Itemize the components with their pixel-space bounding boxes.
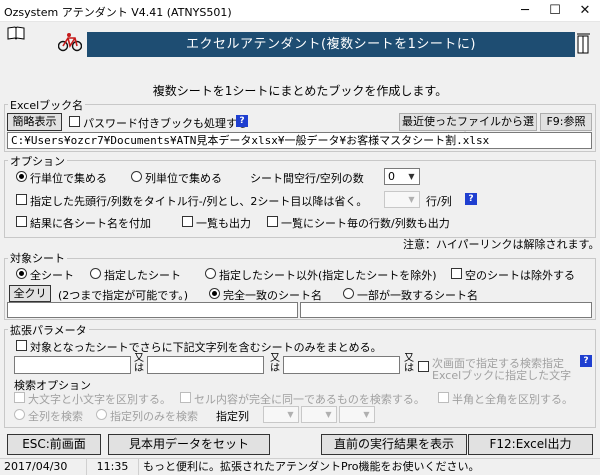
status-message: もっと便利に。拡張されたアテンダントPro機能をお使いください。 [143,460,480,473]
sheet-name-input-2[interactable] [300,302,592,318]
extended-label: 拡張パラメータ [8,322,89,338]
only-containing-checkbox[interactable] [16,340,27,351]
status-date: 2017/04/30 [0,459,87,475]
row-col-label: 行/列 [426,195,452,208]
book-icon[interactable] [6,25,26,41]
gap-label: シート間空行/空列の数 [250,172,364,185]
title-bar: Ozsystem アテンダント V4.41 (ATNYS501) ─ ☐ ✕ [0,0,600,22]
add-sheet-name-checkbox[interactable] [16,216,27,227]
options-label: オプション [8,153,67,169]
specified-col-select-1[interactable]: ▼ [263,406,299,423]
chevron-down-icon: ▼ [325,410,332,419]
specified-sheets-radio[interactable] [90,268,101,279]
exact-cell-label: セル内容が完全に同一であるものを検索する。 [194,393,425,406]
f12-excel-output-button[interactable]: F12:Excel出力 [468,434,593,455]
all-sheets-radio[interactable] [16,268,27,279]
exclude-empty-label: 空のシートは除外する [465,269,575,282]
or-label-2: 又は [270,353,280,374]
chevron-down-icon: ▼ [287,410,294,419]
search-specified-cols-label: 指定列のみを検索 [110,410,198,423]
door-icon[interactable] [576,33,592,55]
status-time: 11:35 [87,459,139,475]
banner-title: エクセルアテンダント(複数シートを1シートに) [87,32,575,57]
specified-sheets-label: 指定したシート [104,269,181,282]
by-col-label: 列単位で集める [145,172,222,185]
recent-files-button[interactable]: 最近使ったファイルから選択 [399,113,537,144]
case-sensitive-label: 大文字と小文字を区別する。 [28,393,171,406]
exact-match-radio[interactable] [209,288,220,299]
only-containing-label: 対象となったシートでさらに下記文字列を含むシートのみをまとめる。 [30,341,382,354]
full-half-checkbox[interactable] [438,392,449,403]
except-specified-label: 指定したシート以外(指定したシートを除外) [219,269,437,282]
clear-all-button[interactable]: 全クリア [9,285,51,316]
minimize-button[interactable]: ─ [510,0,540,22]
help-icon[interactable]: ? [465,193,477,205]
title-row-label: 指定した先頭行/列数をタイトル行-/列とし、2シート目以降は省く。 [30,195,368,208]
output-list-label: 一覧も出力 [196,217,251,230]
search-string-input-2[interactable] [147,356,264,374]
password-book-checkbox[interactable] [69,116,80,127]
esc-back-button[interactable]: ESC:前画面 [7,434,101,455]
max-two-note: (2つまで指定が可能です。) [58,289,188,302]
add-sheet-name-label: 結果に各シート名を付加 [30,217,151,230]
output-list-checkbox[interactable] [182,216,193,227]
chevron-down-icon: ▼ [408,172,415,181]
specified-col-select-2[interactable]: ▼ [301,406,337,423]
output-counts-label: 一覧にシート毎の行数/列数も出力 [281,217,450,230]
or-label-3: 又は [404,353,414,374]
search-all-cols-label: 全列を検索 [28,410,83,423]
target-sheet-label: 対象シート [8,250,67,266]
title-row-checkbox[interactable] [16,194,27,205]
gap-count-select[interactable]: 0 ▼ [384,168,420,185]
help-icon[interactable]: ? [580,355,592,367]
search-all-cols-radio[interactable] [14,409,25,420]
browse-button[interactable]: F9:参照 [540,113,592,131]
set-sample-data-button[interactable]: 見本用データをセット [108,434,270,455]
excel-path-input[interactable]: C:¥Users¥ozcr7¥Documents¥ATN見本データxlsx¥一般… [7,132,592,149]
maximize-button[interactable]: ☐ [540,0,570,22]
window-title: Ozsystem アテンダント V4.41 (ATNYS501) [4,6,232,19]
output-counts-checkbox[interactable] [267,216,278,227]
next-screen-checkbox[interactable] [418,361,429,372]
close-button[interactable]: ✕ [570,0,600,22]
partial-match-label: 一部が一致するシート名 [357,289,478,302]
or-label-1: 又は [134,353,144,374]
help-icon[interactable]: ? [236,115,248,127]
chevron-down-icon: ▼ [408,195,415,204]
all-sheets-label: 全シート [30,269,74,282]
exact-cell-checkbox[interactable] [180,392,191,403]
partial-match-radio[interactable] [343,288,354,299]
exclude-empty-checkbox[interactable] [451,268,462,279]
book-specified-label: Excelブックに指定した文字 [432,369,572,382]
case-sensitive-checkbox[interactable] [14,392,25,403]
sheet-name-input-1[interactable] [7,302,298,318]
status-bar: 2017/04/30 11:35 もっと便利に。拡張されたアテンダントPro機能… [0,458,600,475]
bicycle-icon [57,32,83,52]
exact-match-label: 完全一致のシート名 [223,289,322,302]
full-half-label: 半角と全角を区別する。 [452,393,573,406]
password-book-label: パスワード付きブックも処理する [83,117,248,130]
specified-col-label: 指定列 [216,410,249,423]
by-col-radio[interactable] [131,171,142,182]
excel-book-label: Excelブック名 [8,97,86,113]
search-string-input-1[interactable] [14,356,131,374]
by-row-radio[interactable] [16,171,27,182]
title-row-count-select[interactable]: ▼ [384,191,420,208]
show-last-result-button[interactable]: 直前の実行結果を表示 [321,434,467,455]
gap-count-value: 0 [388,170,395,183]
description: 複数シートを1シートにまとめたブックを作成します。 [152,84,448,98]
specified-col-select-3[interactable]: ▼ [339,406,375,423]
chevron-down-icon: ▼ [363,410,370,419]
search-string-input-3[interactable] [283,356,400,374]
by-row-label: 行単位で集める [30,172,107,185]
hyperlink-note: 注意：ハイパーリンクは解除されます。 [403,238,600,251]
search-specified-cols-radio[interactable] [96,409,107,420]
short-display-button[interactable]: 簡略表示 [7,113,62,131]
except-specified-radio[interactable] [205,268,216,279]
